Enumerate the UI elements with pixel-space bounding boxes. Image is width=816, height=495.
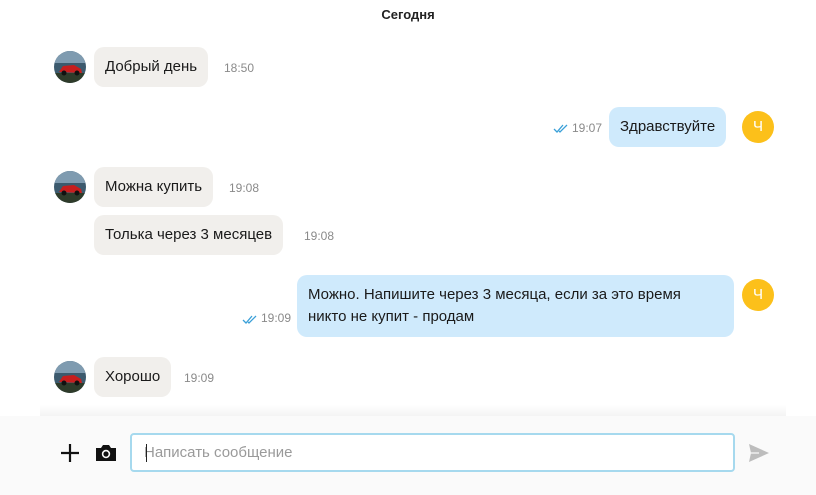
car-avatar-image: [54, 51, 86, 83]
message-input[interactable]: [132, 435, 733, 470]
message-time: 19:09: [261, 311, 292, 325]
message-time: 18:50: [224, 61, 255, 75]
date-separator: Сегодня: [381, 7, 435, 22]
self-avatar[interactable]: Ч: [742, 111, 774, 143]
send-icon[interactable]: [746, 440, 772, 466]
message-bubble-incoming[interactable]: Добрый день: [94, 47, 209, 87]
message-bubble-incoming[interactable]: Хорошо: [94, 357, 172, 397]
message-line: Можно. Напишите через 3 месяца, если за …: [308, 286, 681, 303]
message-time: 19:09: [184, 371, 215, 385]
text-caret: [146, 444, 147, 462]
car-avatar-image: [54, 361, 86, 393]
contact-avatar[interactable]: [54, 51, 86, 83]
double-check-icon: [242, 315, 257, 324]
message-input-box[interactable]: [130, 433, 735, 472]
message-bubble-outgoing[interactable]: Можно. Напишите через 3 месяца, если за …: [297, 275, 734, 337]
plus-icon[interactable]: [57, 440, 83, 466]
chat-history: Сегодня Добрый день 18:50 19:07 Здравств…: [0, 0, 816, 415]
car-avatar-image: [54, 171, 86, 203]
message-bubble-outgoing[interactable]: Здравствуйте: [609, 107, 727, 147]
contact-avatar[interactable]: [54, 171, 86, 203]
camera-icon[interactable]: [93, 440, 119, 466]
message-time: 19:08: [229, 181, 260, 195]
self-avatar[interactable]: Ч: [742, 279, 774, 311]
message-bubble-incoming[interactable]: Можна купить: [94, 167, 214, 207]
message-line: никто не купит - продам: [308, 308, 475, 325]
message-time: 19:08: [304, 229, 335, 243]
contact-avatar[interactable]: [54, 361, 86, 393]
double-check-icon: [553, 124, 568, 133]
message-time: 19:07: [572, 121, 603, 135]
message-bubble-incoming[interactable]: Толька через 3 месяцев: [94, 215, 284, 255]
